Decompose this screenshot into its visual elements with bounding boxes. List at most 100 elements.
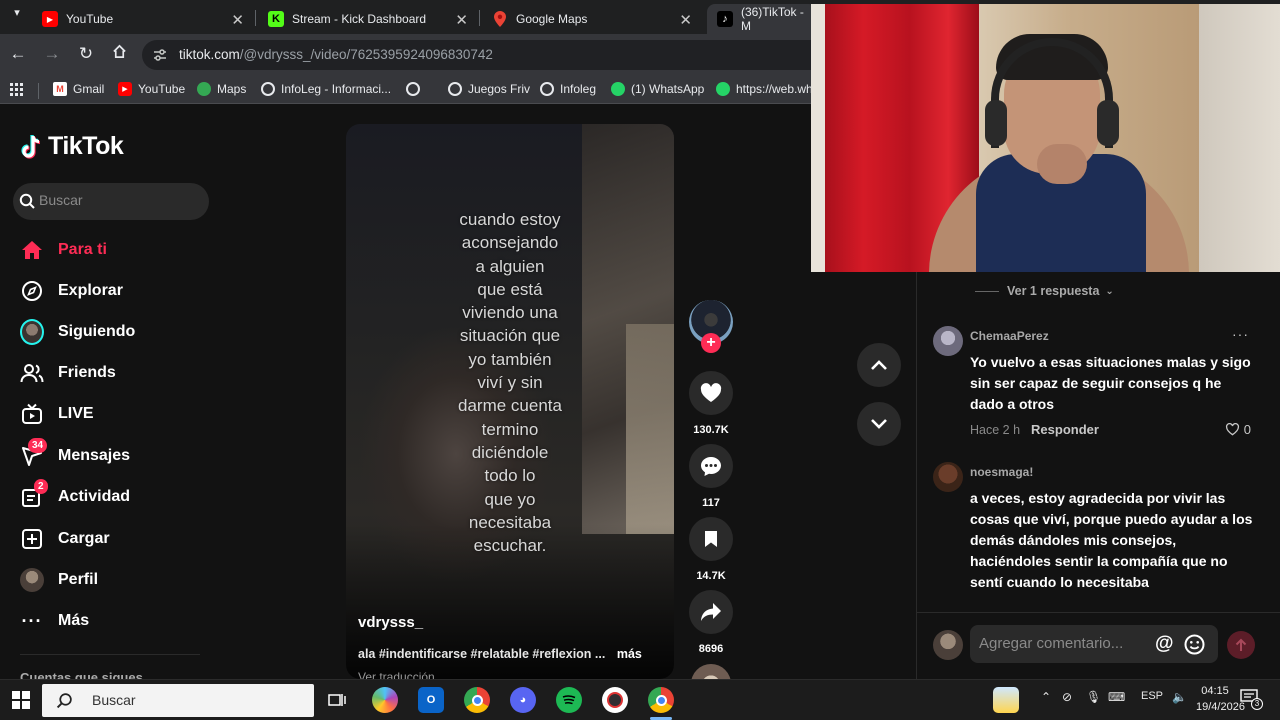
bookmark-juegos-friv[interactable]: Juegos Friv (448, 82, 530, 96)
bookmark-label: Juegos Friv (468, 82, 531, 96)
taskbar-search-box[interactable] (42, 684, 314, 717)
emoji-icon[interactable] (1184, 634, 1205, 655)
chrome-icon[interactable] (464, 687, 490, 713)
close-icon[interactable]: ✕ (231, 11, 244, 29)
windows-start-icon[interactable] (12, 691, 30, 714)
commenter-avatar[interactable] (933, 326, 963, 356)
forward-arrow-icon[interactable]: → (41, 44, 63, 64)
bookmark-gmail[interactable]: M Gmail (53, 82, 104, 96)
comment-button[interactable] (689, 444, 733, 488)
close-icon[interactable]: ✕ (679, 11, 692, 29)
volume-icon[interactable]: 🔈 (1172, 690, 1187, 704)
search-input[interactable] (39, 192, 199, 208)
bookmark-web-whatsapp[interactable]: https://web.wh (716, 82, 813, 96)
spotify-icon[interactable] (556, 687, 582, 713)
more-link[interactable]: más (617, 647, 642, 661)
nav-live[interactable]: LIVE (20, 399, 94, 429)
nav-siguiendo[interactable]: Siguiendo (20, 317, 135, 347)
view-replies-button[interactable]: Ver 1 respuesta ⌄ (975, 284, 1114, 298)
nav-mensajes[interactable]: 34 Mensajes (20, 438, 131, 471)
following-avatar-icon (20, 319, 44, 345)
outlook-icon[interactable]: O (418, 687, 444, 713)
following-accounts-header: Cuentas que sigues (20, 670, 143, 679)
close-icon[interactable]: ✕ (455, 11, 468, 29)
bookmark-unnamed[interactable] (406, 82, 426, 96)
nav-cargar[interactable]: Cargar (20, 524, 110, 554)
site-settings-icon[interactable] (152, 47, 168, 63)
taskbar-clock[interactable]: 04:15 19/4/2026 (1196, 683, 1245, 715)
nav-actividad[interactable]: 2 Actividad (20, 479, 130, 512)
nav-perfil[interactable]: Perfil (20, 565, 98, 595)
search-box[interactable] (13, 183, 209, 220)
caption-line: a alguien (475, 256, 545, 276)
discord-icon[interactable]: ◕ (510, 687, 536, 713)
task-view-icon[interactable] (324, 687, 350, 713)
video-author[interactable]: vdrysss_ (358, 614, 423, 631)
chevron-up-tray-icon[interactable]: ⌃ (1041, 690, 1051, 704)
see-translation-link[interactable]: Ver traducción (358, 670, 435, 679)
compass-icon (20, 279, 44, 303)
taskbar-search-input[interactable] (92, 692, 292, 708)
commenter-username[interactable]: noesmaga! (970, 465, 1033, 479)
network-off-icon[interactable]: ⊘ (1062, 690, 1072, 704)
apps-grid-icon[interactable] (10, 83, 23, 96)
bookmark-youtube[interactable]: ▶ YouTube (118, 82, 185, 96)
video-player[interactable]: cuando estoy aconsejando a alguien que e… (346, 124, 674, 679)
tab-search-icon[interactable]: ▾ (6, 6, 28, 19)
replies-line (975, 290, 999, 292)
globe-icon (540, 82, 554, 96)
tab-youtube[interactable]: ▶ YouTube ✕ (32, 4, 254, 34)
tiktok-logo[interactable]: TikTok (20, 132, 124, 161)
mention-at-icon[interactable]: @ (1155, 633, 1174, 655)
save-count: 14.7K (696, 570, 726, 582)
previous-video-button[interactable] (857, 343, 901, 387)
microphone-icon[interactable]: 🎙 (1086, 690, 1101, 704)
post-comment-button[interactable] (1227, 631, 1255, 659)
author-avatar-button[interactable]: + (689, 300, 733, 353)
caption-line: situación que (459, 326, 561, 346)
tab-tiktok[interactable]: ♪ (36)TikTok - M (707, 4, 817, 34)
commenter-avatar[interactable] (933, 462, 963, 492)
unread-badge: 34 (28, 438, 48, 453)
reply-button[interactable]: Responder (1031, 422, 1099, 437)
caption-line: diciéndole (471, 442, 549, 462)
commenter-username[interactable]: ChemaaPerez (970, 329, 1049, 343)
nav-explorar[interactable]: Explorar (20, 276, 123, 306)
keyboard-icon[interactable]: ⌨ (1108, 690, 1125, 704)
youtube-icon: ▶ (42, 11, 58, 27)
video-hashtags[interactable]: ala #indentificarse #relatable #reflexio… (358, 647, 605, 661)
tab-google-maps[interactable]: Google Maps ✕ (482, 4, 702, 34)
chevron-up-icon (871, 360, 887, 370)
like-button[interactable] (689, 371, 733, 415)
chrome-profile-icon[interactable] (648, 687, 674, 713)
weather-icon[interactable] (993, 687, 1019, 713)
save-button[interactable] (689, 517, 733, 561)
obs-icon[interactable] (602, 687, 628, 713)
comment-like-button[interactable]: 0 (1225, 422, 1251, 437)
back-arrow-icon[interactable]: ← (7, 44, 29, 64)
bookmark-maps[interactable]: Maps (197, 82, 246, 96)
nav-para-ti[interactable]: Para ti (20, 235, 107, 265)
music-disc[interactable] (689, 664, 733, 679)
comment-input[interactable] (979, 635, 1139, 652)
tab-kick[interactable]: K Stream - Kick Dashboard ✕ (258, 4, 478, 34)
bookmark-whatsapp[interactable]: (1) WhatsApp (611, 82, 704, 96)
follow-plus-icon[interactable]: + (701, 333, 721, 353)
comment-action: 117 (689, 444, 733, 509)
share-button[interactable] (689, 590, 733, 634)
nav-label: Mensajes (58, 447, 131, 464)
globe-icon (448, 82, 462, 96)
reload-icon[interactable]: ↻ (75, 44, 97, 64)
comment-input-box[interactable]: @ (970, 625, 1218, 663)
notifications-icon[interactable]: 3 (1240, 689, 1263, 710)
nav-friends[interactable]: Friends (20, 358, 116, 388)
next-video-button[interactable] (857, 402, 901, 446)
nav-mas[interactable]: ··· Más (20, 606, 90, 636)
bookmark-infoleg[interactable]: Infoleg (540, 82, 596, 96)
input-language[interactable]: ESP (1141, 690, 1163, 702)
home-icon[interactable] (108, 44, 130, 64)
bookmark-infoleg-informacion[interactable]: InfoLeg - Informaci... (261, 82, 391, 96)
bookmark-label: (1) WhatsApp (631, 82, 705, 96)
copilot-icon[interactable] (372, 687, 398, 713)
more-options-icon[interactable]: ··· (1232, 326, 1249, 342)
